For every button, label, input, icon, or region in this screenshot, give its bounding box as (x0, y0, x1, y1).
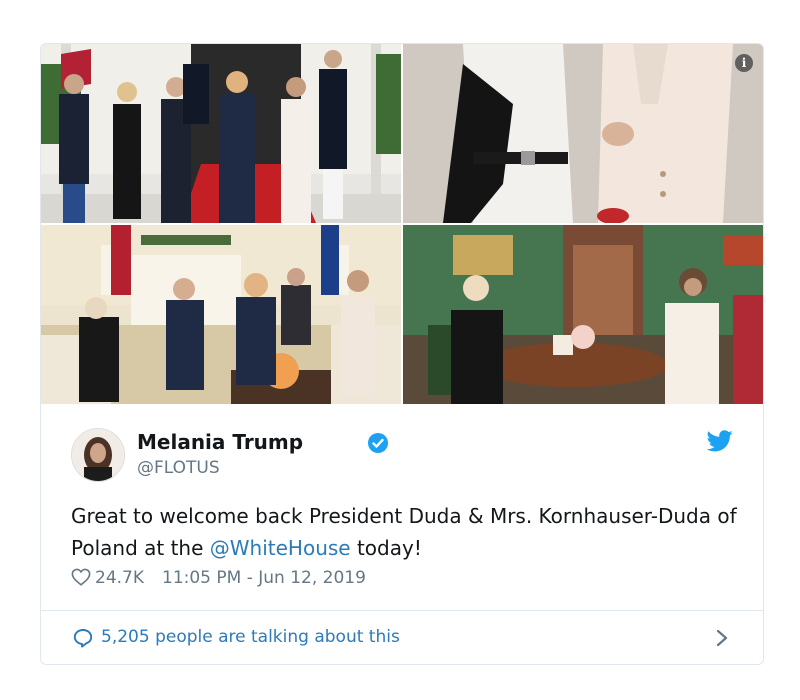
heart-icon (71, 568, 91, 586)
tweet-card[interactable]: i Melania Trump @FLOTUS Great to welcome… (40, 43, 764, 665)
photo-oval-office[interactable] (41, 225, 401, 404)
tweet-text-end: today! (350, 536, 422, 560)
author-handle[interactable]: @FLOTUS (137, 458, 220, 478)
talking-count: 5,205 people are talking about this (101, 627, 400, 647)
chevron-right-icon[interactable] (715, 628, 729, 648)
timestamp[interactable]: 11:05 PM - Jun 12, 2019 (162, 568, 366, 588)
twitter-bird-icon[interactable] (707, 430, 733, 452)
photo-green-room[interactable] (403, 225, 763, 404)
like-button[interactable]: 24.7K (71, 568, 162, 588)
conversation-link[interactable]: 5,205 people are talking about this (41, 611, 763, 664)
tweet-author: Melania Trump @FLOTUS (71, 428, 733, 482)
mention-link[interactable]: @WhiteHouse (210, 536, 351, 560)
info-icon[interactable]: i (735, 54, 753, 72)
tweet-meta: 24.7K 11:05 PM - Jun 12, 2019 (71, 568, 366, 588)
tweet-text: Great to welcome back President Duda & M… (71, 500, 751, 564)
photo-outfits[interactable]: i (403, 44, 763, 223)
speech-bubble-icon (73, 629, 93, 648)
author-name[interactable]: Melania Trump (137, 430, 303, 454)
like-count: 24.7K (95, 568, 144, 588)
photo-grid: i (41, 44, 763, 404)
verified-badge-icon (368, 433, 388, 453)
avatar[interactable] (71, 428, 125, 482)
photo-arrival[interactable] (41, 44, 401, 223)
